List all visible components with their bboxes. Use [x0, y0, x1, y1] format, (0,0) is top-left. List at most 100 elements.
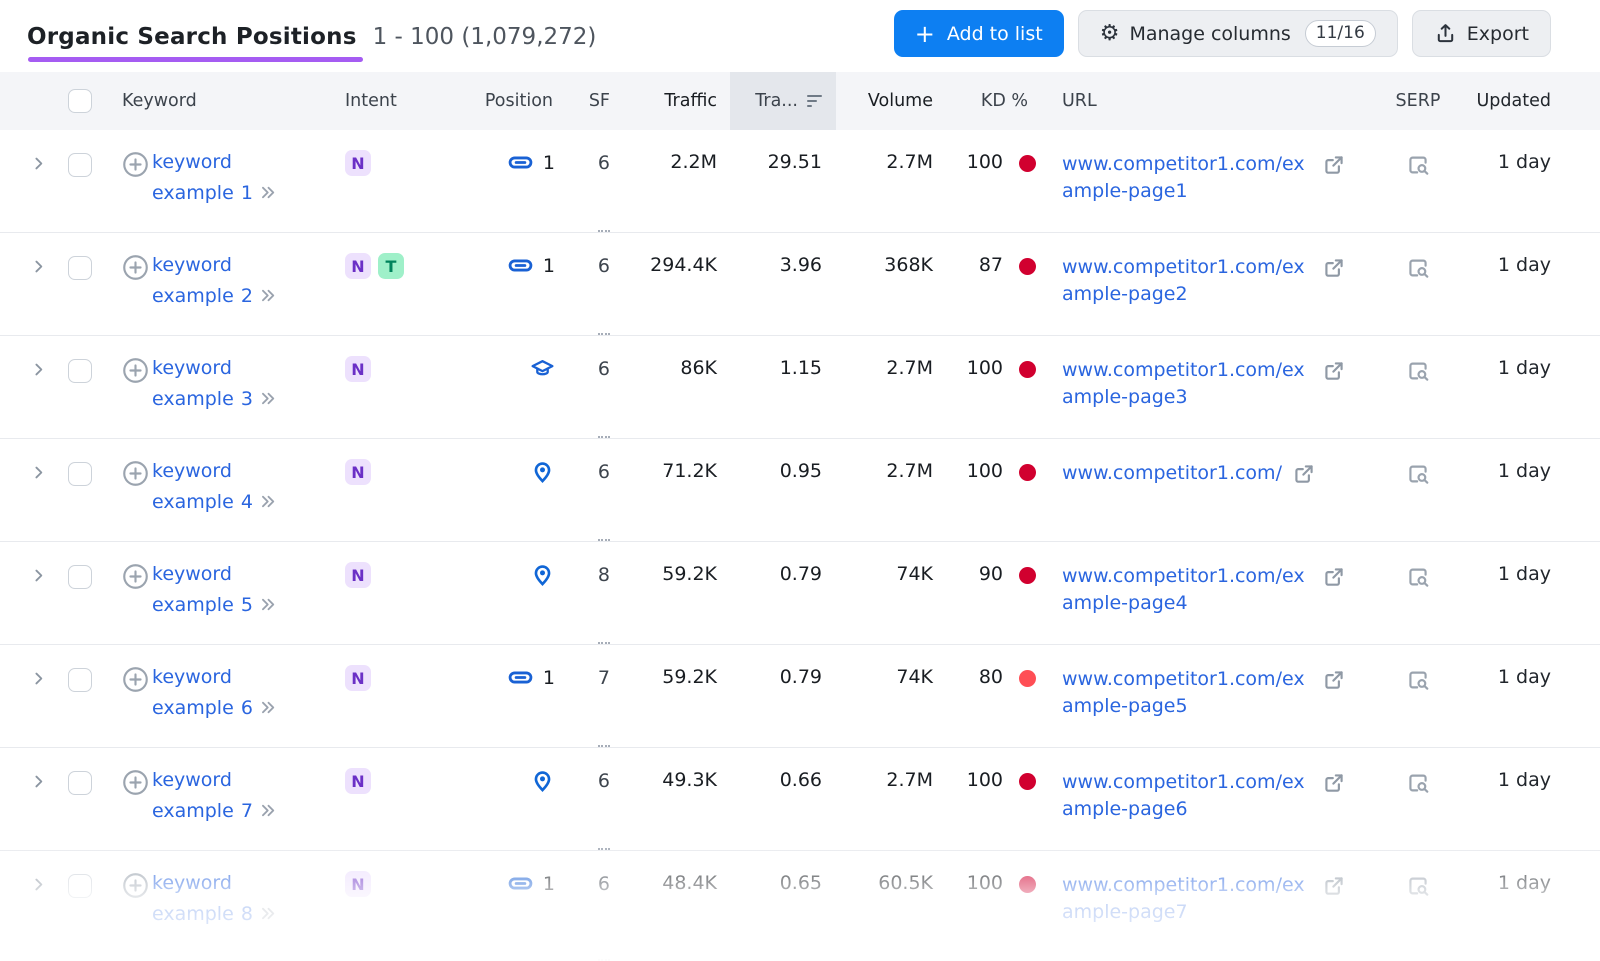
keyword-link[interactable]: keyword example 1	[152, 151, 253, 204]
expand-chevron-icon[interactable]	[30, 361, 47, 383]
external-link-icon[interactable]	[1321, 255, 1347, 281]
keyword-link[interactable]: keyword example 4	[152, 460, 253, 513]
kd-value: 100	[967, 769, 1003, 791]
add-keyword-icon[interactable]	[122, 357, 149, 394]
serp-features-count[interactable]: 8	[598, 563, 610, 644]
row-checkbox[interactable]	[68, 565, 92, 589]
serp-preview-icon[interactable]	[1405, 255, 1431, 335]
serp-features-count[interactable]: 7	[598, 666, 610, 747]
intent-cell: N	[332, 748, 460, 850]
double-chevron-icon[interactable]	[259, 802, 278, 824]
row-checkbox[interactable]	[68, 462, 92, 486]
expand-chevron-icon[interactable]	[30, 773, 47, 795]
position-cell	[460, 542, 565, 644]
url-link[interactable]: www.competitor1.com/	[1062, 460, 1282, 487]
expand-chevron-icon[interactable]	[30, 670, 47, 692]
add-keyword-icon[interactable]	[122, 872, 149, 909]
kd-cell: 80	[946, 645, 1048, 747]
url-link[interactable]: www.competitor1.com/example-page3	[1062, 357, 1312, 410]
keyword-link[interactable]: keyword example 3	[152, 357, 253, 410]
serp-features-count[interactable]: 6	[598, 254, 610, 335]
serp-features-count[interactable]: 6	[598, 460, 610, 541]
keyword-link[interactable]: keyword example 8	[152, 872, 253, 925]
serp-preview-icon[interactable]	[1405, 152, 1431, 232]
intent-badge-n: N	[345, 150, 371, 176]
column-header-traffic-pct[interactable]: Tra...	[730, 72, 836, 130]
serp-preview-icon[interactable]	[1405, 564, 1431, 644]
expand-chevron-icon[interactable]	[30, 258, 47, 280]
double-chevron-icon[interactable]	[259, 493, 278, 515]
serp-preview-icon[interactable]	[1405, 873, 1431, 961]
url-link[interactable]: www.competitor1.com/example-page2	[1062, 254, 1312, 307]
add-keyword-icon[interactable]	[122, 460, 149, 497]
row-checkbox[interactable]	[68, 874, 92, 898]
column-header-updated[interactable]: Updated	[1453, 91, 1600, 111]
expand-chevron-icon[interactable]	[30, 876, 47, 898]
add-to-list-button[interactable]: + Add to list	[894, 10, 1064, 57]
external-link-icon[interactable]	[1321, 564, 1347, 590]
serp-preview-icon[interactable]	[1405, 667, 1431, 747]
column-header-url[interactable]: URL	[1048, 91, 1383, 111]
serp-preview-icon[interactable]	[1405, 461, 1431, 541]
url-link[interactable]: www.competitor1.com/example-page1	[1062, 151, 1312, 204]
serp-features-count[interactable]: 6	[598, 872, 610, 961]
select-all-checkbox[interactable]	[68, 89, 92, 113]
external-link-icon[interactable]	[1291, 461, 1317, 487]
updated-cell: 1 day	[1453, 542, 1600, 644]
serp-cell	[1383, 439, 1453, 541]
column-header-keyword[interactable]: Keyword	[104, 91, 332, 111]
intent-badge-n: N	[345, 356, 371, 382]
map-pin-icon	[530, 768, 555, 793]
add-keyword-icon[interactable]	[122, 151, 149, 188]
external-link-icon[interactable]	[1321, 667, 1347, 693]
row-checkbox[interactable]	[68, 153, 92, 177]
url-link[interactable]: www.competitor1.com/example-page7	[1062, 872, 1312, 925]
double-chevron-icon[interactable]	[259, 905, 278, 927]
external-link-icon[interactable]	[1321, 770, 1347, 796]
column-header-kd[interactable]: KD %	[946, 91, 1048, 111]
add-keyword-icon[interactable]	[122, 254, 149, 291]
double-chevron-icon[interactable]	[259, 596, 278, 618]
add-keyword-icon[interactable]	[122, 769, 149, 806]
serp-preview-icon[interactable]	[1405, 358, 1431, 438]
double-chevron-icon[interactable]	[259, 390, 278, 412]
link-icon	[508, 150, 533, 175]
url-link[interactable]: www.competitor1.com/example-page4	[1062, 563, 1312, 616]
url-cell: www.competitor1.com/example-page1	[1048, 130, 1383, 232]
keyword-link[interactable]: keyword example 6	[152, 666, 253, 719]
column-header-traffic[interactable]: Traffic	[618, 91, 730, 111]
serp-cell	[1383, 748, 1453, 850]
row-checkbox[interactable]	[68, 771, 92, 795]
expand-chevron-icon[interactable]	[30, 464, 47, 486]
export-button[interactable]: Export	[1412, 10, 1551, 57]
external-link-icon[interactable]	[1321, 873, 1347, 899]
expand-chevron-icon[interactable]	[30, 155, 47, 177]
row-checkbox[interactable]	[68, 668, 92, 692]
row-checkbox[interactable]	[68, 359, 92, 383]
add-keyword-icon[interactable]	[122, 666, 149, 703]
manage-columns-button[interactable]: ⚙ Manage columns 11/16	[1078, 10, 1398, 57]
serp-features-count[interactable]: 6	[598, 769, 610, 850]
keyword-link[interactable]: keyword example 5	[152, 563, 253, 616]
column-header-sf[interactable]: SF	[565, 91, 618, 111]
serp-features-count[interactable]: 6	[598, 151, 610, 232]
serp-features-count[interactable]: 6	[598, 357, 610, 438]
external-link-icon[interactable]	[1321, 152, 1347, 178]
kd-cell: 100	[946, 130, 1048, 232]
column-header-serp[interactable]: SERP	[1383, 91, 1453, 111]
keyword-link[interactable]: keyword example 2	[152, 254, 253, 307]
keyword-link[interactable]: keyword example 7	[152, 769, 253, 822]
double-chevron-icon[interactable]	[259, 184, 278, 206]
column-header-position[interactable]: Position	[460, 91, 565, 111]
external-link-icon[interactable]	[1321, 358, 1347, 384]
url-link[interactable]: www.competitor1.com/example-page6	[1062, 769, 1312, 822]
double-chevron-icon[interactable]	[259, 287, 278, 309]
row-checkbox[interactable]	[68, 256, 92, 280]
add-keyword-icon[interactable]	[122, 563, 149, 600]
double-chevron-icon[interactable]	[259, 699, 278, 721]
serp-preview-icon[interactable]	[1405, 770, 1431, 850]
column-header-volume[interactable]: Volume	[836, 91, 946, 111]
url-link[interactable]: www.competitor1.com/example-page5	[1062, 666, 1312, 719]
column-header-intent[interactable]: Intent	[332, 91, 460, 111]
expand-chevron-icon[interactable]	[30, 567, 47, 589]
